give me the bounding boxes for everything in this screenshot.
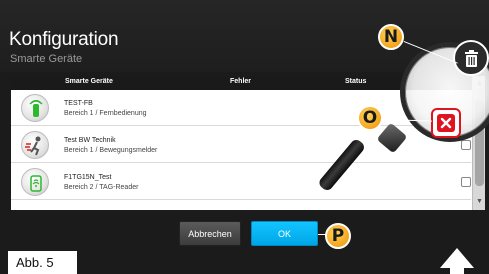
callout-o: O xyxy=(357,105,383,131)
arrow-up-shaft xyxy=(450,266,464,274)
ok-button[interactable]: OK xyxy=(251,221,318,246)
scroll-down-icon[interactable]: ▼ xyxy=(475,197,484,206)
column-header-errors: Fehler xyxy=(230,78,252,85)
trash-icon[interactable] xyxy=(453,40,489,76)
remote-control-icon xyxy=(21,94,49,122)
page-title: Konfiguration xyxy=(9,29,119,50)
row-checkbox[interactable] xyxy=(461,140,471,150)
callout-p: P xyxy=(325,223,351,249)
device-area: Bereich 1 / Fernbedienung xyxy=(64,110,147,117)
column-header-status: Status xyxy=(345,78,367,85)
motion-detector-icon xyxy=(21,131,49,159)
device-name: TEST-FB xyxy=(64,100,93,107)
arrow-up-icon xyxy=(440,248,474,268)
row-checkbox[interactable] xyxy=(461,177,471,187)
figure-label: Abb. 5 xyxy=(8,251,77,274)
device-name: Test BW Technik xyxy=(64,137,116,144)
table-row[interactable]: F1TG15N_Test Bereich 2 / TAG-Reader xyxy=(11,164,471,200)
app-screen: Konfiguration Smarte Geräte Smarte Gerät… xyxy=(0,0,489,274)
page-subtitle: Smarte Geräte xyxy=(10,53,83,65)
device-name: F1TG15N_Test xyxy=(64,174,112,181)
device-area: Bereich 1 / Bewegungsmelder xyxy=(64,147,158,154)
tag-reader-icon xyxy=(21,168,49,196)
cancel-button[interactable]: Abbrechen xyxy=(179,221,241,246)
delete-selection-icon[interactable] xyxy=(431,108,461,138)
device-area: Bereich 2 / TAG-Reader xyxy=(64,184,139,191)
column-header-devices: Smarte Geräte xyxy=(65,78,113,85)
callout-n: N xyxy=(378,24,404,50)
